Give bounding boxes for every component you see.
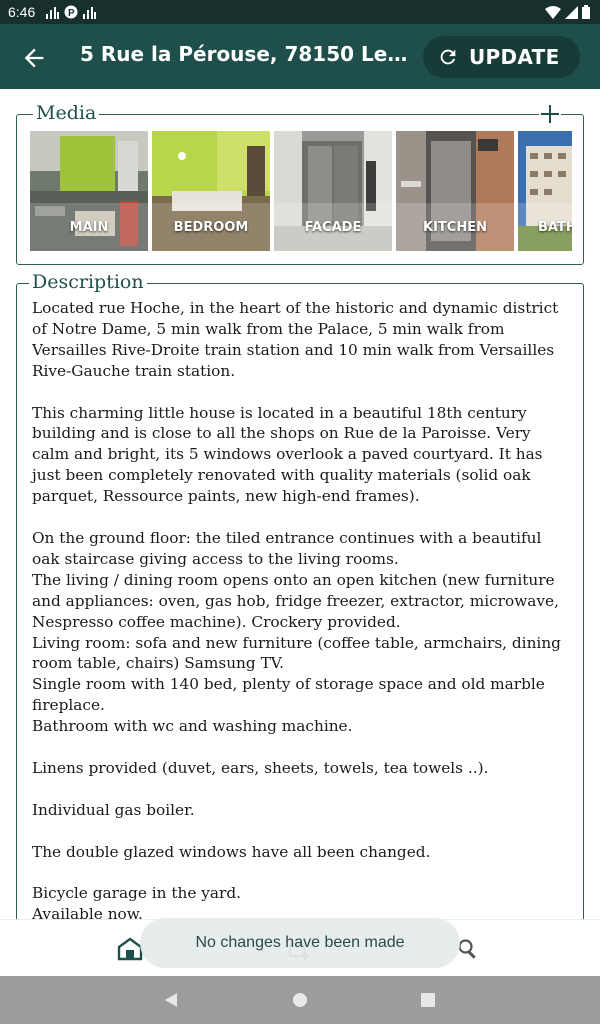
system-back-icon[interactable]	[163, 992, 179, 1008]
description-text[interactable]: Located rue Hoche, in the heart of the h…	[32, 298, 572, 925]
media-thumb-label: MAIN	[30, 203, 148, 251]
page-title: 5 Rue la Pérouse, 78150 Le Chesnay	[80, 42, 410, 66]
battery-icon	[582, 5, 590, 19]
media-section: Media MAIN BEDROOM FACADE KITCHEN BATH	[16, 102, 584, 265]
media-legend: Media	[33, 102, 100, 124]
app-bar: 5 Rue la Pérouse, 78150 Le Chesnay UPDAT…	[0, 24, 600, 89]
add-media-button[interactable]	[539, 103, 561, 125]
media-thumb-main[interactable]: MAIN	[30, 131, 148, 251]
svg-text:P: P	[68, 8, 75, 19]
signal-icon	[46, 6, 59, 19]
media-thumb-label: FACADE	[274, 203, 392, 251]
media-thumb-kitchen[interactable]: KITCHEN	[396, 131, 514, 251]
back-button[interactable]	[20, 44, 48, 72]
media-thumb-label: BATH	[518, 203, 572, 251]
media-thumb-bath[interactable]: BATH	[518, 131, 572, 251]
cell-signal-icon	[565, 5, 578, 19]
status-time: 6:46	[8, 4, 36, 20]
media-thumb-bedroom[interactable]: BEDROOM	[152, 131, 270, 251]
plus-icon	[541, 105, 559, 123]
vpn-icon: P	[64, 5, 78, 19]
media-thumb-facade[interactable]: FACADE	[274, 131, 392, 251]
media-strip[interactable]: MAIN BEDROOM FACADE KITCHEN BATH	[30, 131, 572, 251]
description-section: Description Located rue Hoche, in the he…	[16, 271, 584, 983]
system-recents-icon[interactable]	[421, 993, 435, 1007]
signal-icon	[83, 6, 96, 19]
system-navigation-bar	[0, 976, 600, 1024]
media-thumb-label: KITCHEN	[396, 203, 514, 251]
description-legend: Description	[29, 271, 147, 293]
system-home-icon[interactable]	[293, 993, 307, 1007]
update-label: UPDATE	[469, 45, 560, 69]
update-button[interactable]: UPDATE	[423, 36, 580, 78]
snackbar-message: No changes have been made	[195, 934, 405, 951]
arrow-left-icon	[24, 48, 44, 68]
snackbar: No changes have been made	[140, 918, 460, 968]
status-bar: 6:46 P	[0, 0, 600, 24]
wifi-icon	[545, 5, 561, 19]
media-thumb-label: BEDROOM	[152, 203, 270, 251]
refresh-icon	[440, 49, 456, 65]
